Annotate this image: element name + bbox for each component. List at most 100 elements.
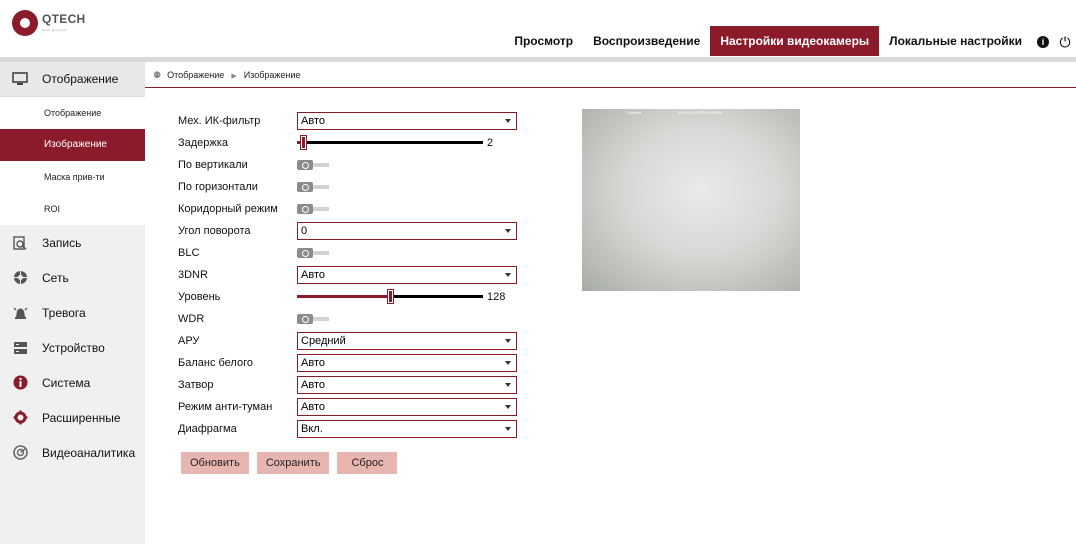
toggle-knob: [297, 160, 313, 170]
info-button[interactable]: i: [1032, 26, 1054, 56]
dnr-select[interactable]: Авто: [297, 266, 517, 284]
delay-slider-track: [297, 141, 483, 144]
rotation-label: Угол поворота: [178, 225, 251, 237]
logo-subtitle: ваш доступ: [42, 27, 67, 32]
ir-filter-select[interactable]: Авто: [297, 112, 517, 130]
logo-icon: [12, 10, 38, 36]
monitor-icon: [12, 71, 28, 87]
delay-value: 2: [487, 137, 494, 149]
gear-icon: [12, 410, 28, 426]
breadcrumb-arrow-icon: ▶: [231, 73, 237, 80]
agc-row: АРУ Средний: [178, 330, 517, 352]
action-buttons: Обновить Сохранить Сброс: [181, 452, 405, 474]
nav-camera-settings[interactable]: Настройки видеокамеры: [710, 26, 880, 56]
agc-value: Средний: [301, 335, 346, 347]
sidebar-item-label: Система: [42, 375, 91, 390]
shutter-value: Авто: [301, 379, 325, 391]
device-icon: [12, 340, 28, 356]
white-balance-select[interactable]: Авто: [297, 354, 517, 372]
white-balance-row: Баланс белого Авто: [178, 352, 517, 374]
horizontal-flip-toggle[interactable]: [297, 182, 329, 192]
level-slider-thumb[interactable]: [387, 289, 394, 304]
reset-button[interactable]: Сброс: [337, 452, 398, 474]
vertical-label: По вертикали: [178, 159, 248, 171]
iris-select[interactable]: Вкл.: [297, 420, 517, 438]
record-icon: [12, 235, 28, 251]
chevron-down-icon: [505, 405, 511, 409]
toggle-knob: [297, 314, 313, 324]
agc-select[interactable]: Средний: [297, 332, 517, 350]
toggle-track: [313, 251, 329, 255]
wdr-label: WDR: [178, 313, 205, 325]
sidebar-subitem-image[interactable]: Изображение: [0, 129, 145, 161]
delay-row: Задержка 2: [178, 132, 493, 154]
sidebar-item-network[interactable]: Сеть: [0, 260, 145, 295]
sidebar-item-label: Тревога: [42, 305, 86, 320]
delay-label: Задержка: [178, 137, 228, 149]
sidebar-item-label: Видеоаналитика: [42, 445, 136, 460]
camera-preview: Camera 2019-12-09 07:52:15 AM: [582, 109, 800, 291]
chevron-down-icon: [505, 339, 511, 343]
ir-filter-value: Авто: [301, 115, 325, 127]
main-panel: ⚉ Отображение ▶ Изображение Мех. ИК-фильтр …: [145, 62, 1076, 544]
toggle-track: [313, 317, 329, 321]
antifog-label: Режим анти-туман: [178, 401, 273, 413]
sidebar-item-display[interactable]: Отображение: [0, 62, 145, 97]
sidebar-item-label: Отображение: [42, 72, 119, 86]
sidebar-item-system[interactable]: Система: [0, 365, 145, 400]
save-button[interactable]: Сохранить: [256, 452, 330, 474]
chevron-down-icon: [505, 383, 511, 387]
sidebar-subitem-display[interactable]: Отображение: [0, 97, 145, 129]
dnr-row: 3DNR Авто: [178, 264, 517, 286]
logo-text: QTECH: [42, 12, 86, 26]
sidebar-item-alarm[interactable]: Тревога: [0, 295, 145, 330]
sidebar-item-label: Сеть: [42, 270, 69, 285]
preview-image: [582, 109, 800, 291]
sidebar-item-video-analytics[interactable]: Видеоаналитика: [0, 435, 145, 470]
sidebar-subitem-privacy-mask[interactable]: Маска прив-ти: [0, 161, 145, 193]
logo: QTECH ваш доступ: [12, 10, 86, 36]
delay-slider-thumb[interactable]: [300, 135, 307, 150]
antifog-value: Авто: [301, 401, 325, 413]
blc-toggle[interactable]: [297, 248, 329, 258]
level-slider[interactable]: [297, 289, 483, 305]
refresh-button[interactable]: Обновить: [181, 452, 249, 474]
wdr-toggle[interactable]: [297, 314, 329, 324]
rotation-select[interactable]: 0: [297, 222, 517, 240]
network-icon: [12, 270, 28, 286]
toggle-knob: [297, 182, 313, 192]
vertical-flip-toggle[interactable]: [297, 160, 329, 170]
shutter-select[interactable]: Авто: [297, 376, 517, 394]
preview-osd-time: 2019-12-09 07:52:15 AM: [678, 110, 723, 115]
sidebar-subitem-roi[interactable]: ROI: [0, 193, 145, 225]
nav-playback[interactable]: Воспроизведение: [583, 26, 710, 56]
toggle-knob: [297, 248, 313, 258]
sidebar-item-advanced[interactable]: Расширенные: [0, 400, 145, 435]
info-icon: [12, 375, 28, 391]
chevron-down-icon: [505, 273, 511, 277]
delay-slider[interactable]: [297, 135, 483, 151]
iris-label: Диафрагма: [178, 423, 237, 435]
logout-button[interactable]: ⏻: [1054, 26, 1076, 56]
corridor-mode-toggle[interactable]: [297, 204, 329, 214]
sidebar-item-label: Устройство: [42, 340, 105, 355]
dnr-value: Авто: [301, 269, 325, 281]
nav-live-view[interactable]: Просмотр: [504, 26, 583, 56]
preview-osd-name: Camera: [627, 110, 642, 115]
toggle-track: [313, 185, 329, 189]
sidebar-item-device[interactable]: Устройство: [0, 330, 145, 365]
chevron-down-icon: [505, 229, 511, 233]
antifog-row: Режим анти-туман Авто: [178, 396, 517, 418]
analytics-icon: [12, 445, 28, 461]
wdr-row: WDR: [178, 308, 329, 330]
rotation-row: Угол поворота 0: [178, 220, 517, 242]
antifog-select[interactable]: Авто: [297, 398, 517, 416]
corridor-label: Коридорный режим: [178, 203, 278, 215]
breadcrumb-root[interactable]: Отображение: [167, 70, 224, 80]
level-label: Уровень: [178, 291, 221, 303]
sidebar-item-record[interactable]: Запись: [0, 225, 145, 260]
nav-local-settings[interactable]: Локальные настройки: [879, 26, 1032, 56]
toggle-track: [313, 207, 329, 211]
info-icon: i: [1037, 35, 1049, 48]
level-value: 128: [487, 291, 506, 303]
